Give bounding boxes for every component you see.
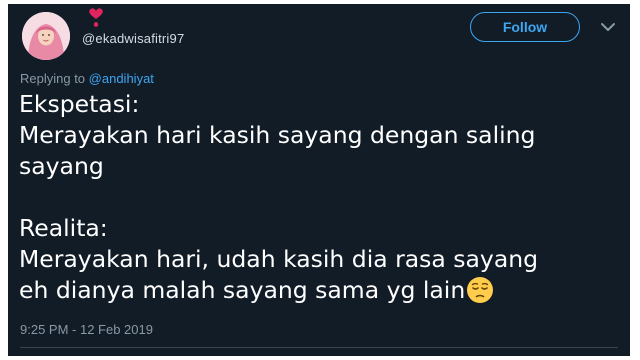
- tweet-line: Ekspetasi:: [19, 90, 140, 118]
- tweet-line: Realita:: [19, 214, 108, 242]
- tweet-card: @ekadwisafitri97 Follow Replying to @and…: [8, 4, 630, 356]
- tweet-line: sayang: [19, 152, 104, 180]
- tweet-text: Ekspetasi: Merayakan hari kasih sayang d…: [19, 89, 614, 306]
- reply-mention-link[interactable]: @andihiyat: [89, 71, 154, 86]
- chevron-down-icon[interactable]: [600, 20, 616, 34]
- tweet-line: Merayakan hari, udah kasih dia rasa saya…: [19, 245, 539, 273]
- tweet-line: eh dianya malah sayang sama yg lain: [19, 276, 466, 304]
- avatar-photo: [22, 12, 70, 60]
- replying-to-label: Replying to: [20, 71, 86, 86]
- user-avatar[interactable]: [22, 12, 70, 60]
- tweet-line: Merayakan hari kasih sayang dengan salin…: [19, 121, 536, 149]
- replying-to: Replying to @andihiyat: [20, 71, 154, 86]
- tweet-timestamp[interactable]: 9:25 PM - 12 Feb 2019: [20, 322, 153, 337]
- pensive-face-emoji: [466, 276, 494, 304]
- follow-button[interactable]: Follow: [470, 12, 580, 42]
- user-handle[interactable]: @ekadwisafitri97: [82, 31, 184, 46]
- divider: [20, 347, 618, 348]
- tweet-line-with-emoji: eh dianya malah sayang sama yg lain: [19, 275, 614, 306]
- red-heart-icon: [86, 6, 106, 28]
